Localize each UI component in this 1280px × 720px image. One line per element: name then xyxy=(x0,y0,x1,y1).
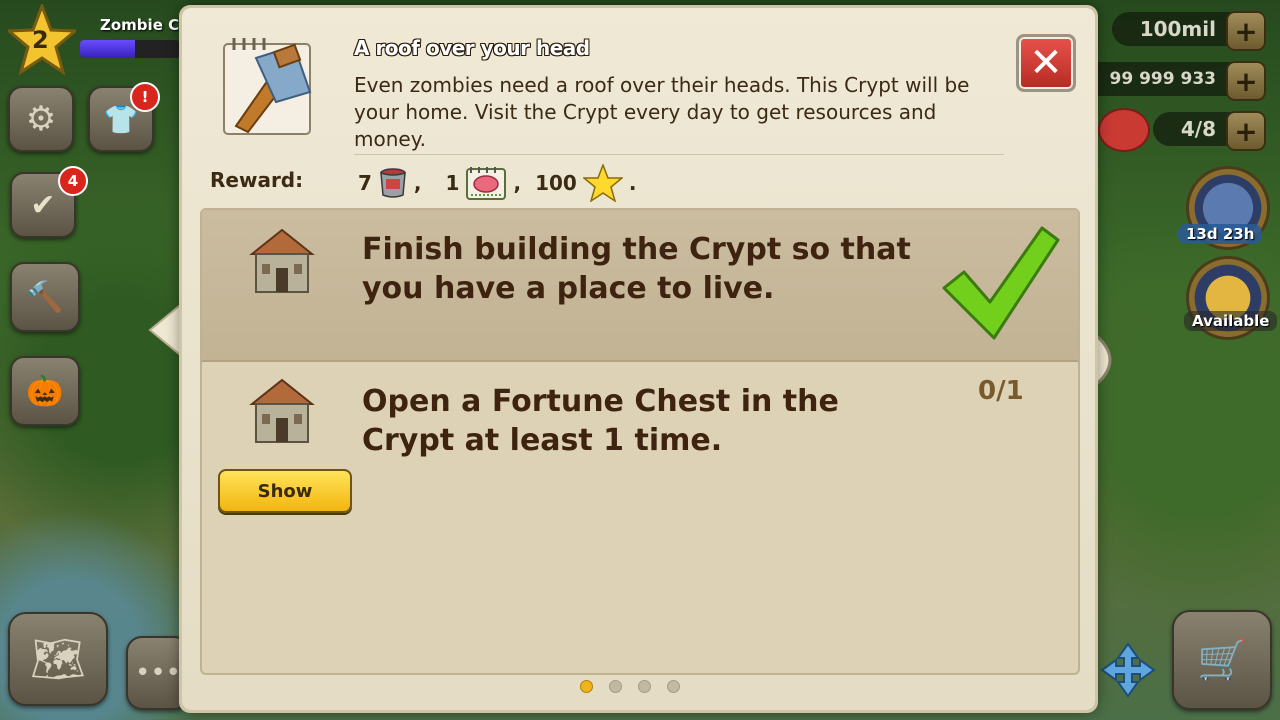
shirt-icon: 👕 xyxy=(103,102,139,136)
add-coins-button[interactable]: + xyxy=(1226,61,1266,101)
brain-icon xyxy=(1098,108,1150,152)
player-name: Zombie Ca xyxy=(100,16,190,34)
checkmark-icon xyxy=(942,226,1060,340)
reward-brain: 1 , xyxy=(445,165,522,201)
reward-brain-amount: 1 xyxy=(445,171,460,195)
wardrobe-alert-badge: ! xyxy=(130,82,160,112)
pumpkin-icon: 🎃 xyxy=(26,373,64,409)
level-number: 2 xyxy=(32,26,49,54)
task-panel: Finish building the Crypt so that you ha… xyxy=(200,208,1080,675)
page-dot[interactable] xyxy=(667,680,680,693)
add-brains-button[interactable]: + xyxy=(1226,111,1266,151)
checklist-icon: ✔ xyxy=(30,187,56,223)
coins-row: 99 999 933 + xyxy=(1081,60,1266,101)
task-text: Finish building the Crypt so that you ha… xyxy=(362,232,911,306)
quest-hammer-button[interactable]: 🔨 xyxy=(10,262,80,332)
reward-paint: 7 , xyxy=(358,167,422,199)
page-dot[interactable] xyxy=(609,680,622,693)
reward-stars-amount: 100 xyxy=(535,171,577,195)
more-button[interactable]: ••• xyxy=(126,636,190,710)
crypt-building-icon xyxy=(249,228,315,293)
paint-bucket-icon xyxy=(380,168,406,198)
quest-description: Even zombies need a roof over their head… xyxy=(354,73,970,151)
task-text: Open a Fortune Chest in the Crypt at lea… xyxy=(362,384,839,458)
reward-separator: , xyxy=(513,171,522,195)
reward-label: Reward: xyxy=(210,168,304,192)
close-icon: ✕ xyxy=(1029,40,1063,86)
prev-quest-arrow[interactable] xyxy=(146,300,186,360)
more-dots-icon: ••• xyxy=(134,658,181,688)
map-button[interactable]: 🗺 xyxy=(8,612,108,706)
bonus-status: Available xyxy=(1184,311,1278,331)
reward-separator: . xyxy=(628,171,637,195)
quest-count-badge: 4 xyxy=(58,166,88,196)
quest-pumpkin-button[interactable]: 🎃 xyxy=(10,356,80,426)
gear-icon: ⚙ xyxy=(25,99,57,139)
money-row: 100mil + xyxy=(1111,10,1266,51)
close-button[interactable]: ✕ xyxy=(1016,34,1076,92)
header-divider xyxy=(354,154,1004,155)
crypt-building-icon xyxy=(249,378,315,443)
star-icon xyxy=(582,164,623,202)
xp-bar-fill xyxy=(80,40,135,58)
settings-button[interactable]: ⚙ xyxy=(8,86,74,152)
add-money-button[interactable]: + xyxy=(1226,11,1266,51)
quest-hammer-icon xyxy=(223,38,312,135)
reward-list: 7 , 1 , 100 . xyxy=(358,163,636,203)
cart-icon: 🛒 xyxy=(1197,637,1247,684)
move-tool-button[interactable] xyxy=(1098,640,1158,700)
map-icon: 🗺 xyxy=(30,634,86,685)
reward-stars: 100 . xyxy=(535,164,636,202)
brain-calendar-icon xyxy=(466,167,507,200)
page-dot[interactable] xyxy=(638,680,651,693)
xp-bar xyxy=(80,40,180,58)
hammer-icon: 🔨 xyxy=(26,279,64,315)
brains-row: 4/8 + xyxy=(1152,110,1266,151)
event-timer: 13d 23h xyxy=(1178,224,1263,244)
show-button[interactable]: Show xyxy=(218,469,352,513)
reward-separator: , xyxy=(413,171,422,195)
task-row-completed: Finish building the Crypt so that you ha… xyxy=(202,210,1078,362)
quest-dialog: A roof over your head Even zombies need … xyxy=(182,8,1095,710)
page-indicator xyxy=(580,680,680,693)
shop-cart-button[interactable]: 🛒 xyxy=(1172,610,1272,710)
page-dot[interactable] xyxy=(580,680,593,693)
move-arrows-icon xyxy=(1100,642,1156,698)
task-progress: 0/1 xyxy=(978,376,1024,406)
reward-paint-amount: 7 xyxy=(358,171,372,195)
quest-title: A roof over your head xyxy=(354,36,590,60)
